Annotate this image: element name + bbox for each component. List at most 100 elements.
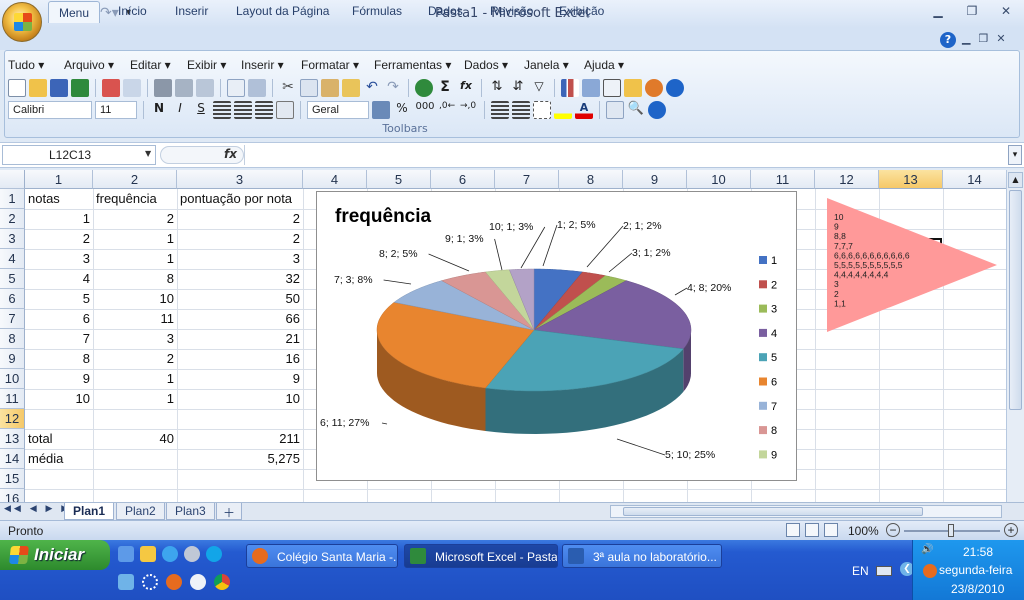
menu-dados[interactable]: Dados ▾ bbox=[464, 58, 508, 72]
sort-ascending-icon[interactable]: ⇅ bbox=[488, 79, 506, 97]
column-header[interactable]: 5 bbox=[367, 170, 431, 189]
skype-icon[interactable] bbox=[206, 546, 222, 562]
paste-icon[interactable] bbox=[321, 79, 339, 97]
fill-color-icon[interactable] bbox=[554, 101, 572, 119]
font-name-select[interactable]: Calibri bbox=[8, 101, 92, 119]
office-button[interactable] bbox=[2, 2, 42, 42]
minimize-button[interactable]: ▁ bbox=[926, 4, 950, 20]
menu-editar[interactable]: Editar ▾ bbox=[130, 58, 171, 72]
sheet-tab-plan1[interactable]: Plan1 bbox=[64, 503, 115, 520]
row-header-selected[interactable]: 12 bbox=[0, 409, 25, 429]
font-color-icon[interactable]: A bbox=[575, 101, 593, 119]
table-cell[interactable]: 32 bbox=[177, 269, 303, 289]
number-format-select[interactable]: Geral bbox=[307, 101, 369, 119]
scroll-up-icon[interactable]: ▲ bbox=[1008, 172, 1023, 188]
tab-menu[interactable]: Menu bbox=[48, 1, 101, 23]
column-header[interactable]: 11 bbox=[751, 170, 815, 189]
tab-dados[interactable]: Dados bbox=[428, 4, 463, 22]
row-header[interactable]: 2 bbox=[0, 209, 25, 229]
row-header[interactable]: 8 bbox=[0, 329, 25, 349]
align-center-icon[interactable] bbox=[234, 101, 252, 119]
cell-frequencia-header[interactable]: frequência bbox=[93, 189, 157, 209]
macro-icon[interactable] bbox=[645, 79, 663, 97]
table-cell[interactable]: 5 bbox=[25, 289, 93, 309]
row-header[interactable]: 15 bbox=[0, 469, 25, 489]
table-cell[interactable]: 2 bbox=[177, 209, 303, 229]
function-icon[interactable]: fx bbox=[457, 79, 475, 97]
permission-icon[interactable] bbox=[102, 79, 120, 97]
bold-button[interactable]: N bbox=[150, 101, 168, 119]
taskbar-item-excel[interactable]: Microsoft Excel - Pasta1 bbox=[404, 544, 558, 568]
table-cell[interactable]: 21 bbox=[177, 329, 303, 349]
borders-icon[interactable] bbox=[603, 79, 621, 97]
decrease-decimal-icon[interactable]: →,0 bbox=[460, 101, 478, 119]
increase-indent-icon[interactable] bbox=[512, 101, 530, 119]
column-header[interactable]: 1 bbox=[25, 170, 93, 189]
restore-button[interactable]: ❐ bbox=[960, 4, 984, 20]
table-cell[interactable]: 1 bbox=[93, 249, 177, 269]
fx-icon[interactable]: fx bbox=[224, 147, 237, 161]
merge-center-icon[interactable] bbox=[276, 101, 294, 119]
firefox-icon[interactable] bbox=[166, 574, 182, 590]
cell-total-pontuacao[interactable]: 211 bbox=[177, 429, 303, 449]
media-player-icon[interactable] bbox=[184, 546, 200, 562]
table-cell[interactable]: 7 bbox=[25, 329, 93, 349]
menu-exibir[interactable]: Exibir ▾ bbox=[187, 58, 226, 72]
table-cell[interactable]: 8 bbox=[25, 349, 93, 369]
menu-ajuda[interactable]: Ajuda ▾ bbox=[584, 58, 624, 72]
taskbar-item-word[interactable]: 3ª aula no laboratório... bbox=[562, 544, 722, 568]
table-cell[interactable]: 9 bbox=[25, 369, 93, 389]
drawing-icon[interactable] bbox=[582, 79, 600, 97]
thousands-button[interactable]: 000 bbox=[414, 101, 436, 119]
table-cell[interactable]: 10 bbox=[177, 389, 303, 409]
tab-formulas[interactable]: Fórmulas bbox=[352, 4, 402, 22]
excel-icon[interactable] bbox=[71, 79, 89, 97]
horizontal-scrollbar[interactable] bbox=[610, 505, 1002, 518]
row-header[interactable]: 7 bbox=[0, 309, 25, 329]
row-header[interactable]: 14 bbox=[0, 449, 25, 469]
internet-explorer-icon[interactable] bbox=[162, 546, 178, 562]
research-icon[interactable] bbox=[196, 79, 214, 97]
table-cell[interactable]: 3 bbox=[177, 249, 303, 269]
row-header[interactable]: 5 bbox=[0, 269, 25, 289]
spelling-icon[interactable] bbox=[227, 79, 245, 97]
ribbon-minimize-button[interactable]: ▁ bbox=[962, 32, 970, 45]
cell-total-frequencia[interactable]: 40 bbox=[93, 429, 177, 449]
tab-inicio[interactable]: Início bbox=[118, 4, 147, 22]
table-cell[interactable]: 2 bbox=[25, 229, 93, 249]
email-icon[interactable] bbox=[123, 79, 141, 97]
open-icon[interactable] bbox=[29, 79, 47, 97]
select-all-corner[interactable] bbox=[0, 170, 25, 189]
messenger-status-icon[interactable] bbox=[190, 574, 206, 590]
scroll-thumb[interactable] bbox=[1009, 190, 1022, 410]
table-cell[interactable]: 10 bbox=[25, 389, 93, 409]
row-header[interactable]: 10 bbox=[0, 369, 25, 389]
horizontal-scroll-thumb[interactable] bbox=[623, 507, 923, 516]
taskbar-item-firefox[interactable]: Colégio Santa Maria -... bbox=[246, 544, 398, 568]
table-cell[interactable]: 9 bbox=[177, 369, 303, 389]
table-cell[interactable]: 3 bbox=[25, 249, 93, 269]
table-cell[interactable]: 1 bbox=[93, 389, 177, 409]
menu-formatar[interactable]: Formatar ▾ bbox=[301, 58, 359, 72]
cell-media-value[interactable]: 5,275 bbox=[177, 449, 303, 469]
table-cell[interactable]: 1 bbox=[25, 209, 93, 229]
column-header[interactable]: 8 bbox=[559, 170, 623, 189]
table-cell[interactable]: 16 bbox=[177, 349, 303, 369]
zoom-level[interactable]: 100% bbox=[848, 524, 879, 538]
new-icon[interactable] bbox=[8, 79, 26, 97]
chart-area[interactable]: frequência 1; 2; 5% 2; 1; 2% 3; 1; 2% 4; 8;… bbox=[316, 191, 797, 481]
ribbon-restore-button[interactable]: ❐ bbox=[978, 32, 988, 45]
increase-decimal-icon[interactable]: ,0← bbox=[439, 101, 457, 119]
row-header[interactable]: 3 bbox=[0, 229, 25, 249]
pivot-icon[interactable] bbox=[624, 79, 642, 97]
row-header[interactable]: 1 bbox=[0, 189, 25, 209]
research-book-icon[interactable] bbox=[248, 79, 266, 97]
table-cell[interactable]: 66 bbox=[177, 309, 303, 329]
row-header[interactable]: 9 bbox=[0, 349, 25, 369]
sort-descending-icon[interactable]: ⇵ bbox=[509, 79, 527, 97]
column-header[interactable]: 10 bbox=[687, 170, 751, 189]
column-header[interactable]: 12 bbox=[815, 170, 879, 189]
table-cell[interactable]: 8 bbox=[93, 269, 177, 289]
name-box-dropdown-icon[interactable]: ▼ bbox=[145, 149, 151, 158]
normal-view-icon[interactable] bbox=[786, 523, 800, 537]
